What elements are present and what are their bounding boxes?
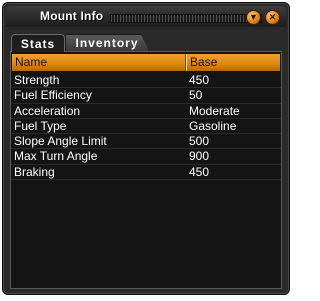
collapse-icon: ▼ xyxy=(249,12,258,22)
column-header-base[interactable]: Base xyxy=(190,55,217,70)
stat-name: Braking xyxy=(14,164,55,179)
stat-name: Fuel Efficiency xyxy=(14,88,92,103)
table-row: Fuel Type Gasoline xyxy=(11,118,281,135)
table-row: Acceleration Moderate xyxy=(11,104,281,119)
table-row: Strength 450 xyxy=(11,73,281,89)
stats-panel: Name Base Strength 450 Fuel Efficiency 5… xyxy=(10,51,282,289)
stats-table-body: Strength 450 Fuel Efficiency 50 Accelera… xyxy=(11,73,281,181)
stat-name: Slope Angle Limit xyxy=(14,134,107,149)
table-row: Slope Angle Limit 500 xyxy=(11,134,281,150)
table-header: Name Base xyxy=(12,54,280,71)
title-bar[interactable]: Mount Info ▼ ✕ xyxy=(6,6,286,27)
stat-name: Max Turn Angle xyxy=(14,149,98,164)
title-drag-grip[interactable] xyxy=(110,14,262,23)
stat-base-value: 50 xyxy=(189,88,203,103)
stat-name: Fuel Type xyxy=(14,118,67,133)
tab-inventory[interactable]: Inventory xyxy=(65,34,149,51)
stat-base-value: 500 xyxy=(189,134,210,149)
column-header-name[interactable]: Name xyxy=(15,55,47,70)
table-row: Max Turn Angle 900 xyxy=(11,149,281,165)
stat-base-value: 450 xyxy=(189,164,210,179)
stat-base-value: Moderate xyxy=(189,103,240,118)
stat-base-value: 900 xyxy=(189,149,210,164)
mount-info-window: Mount Info ▼ ✕ Stats Inventory Name Base… xyxy=(2,2,290,295)
stat-name: Acceleration xyxy=(14,103,81,118)
collapse-button[interactable]: ▼ xyxy=(246,10,261,25)
close-button[interactable]: ✕ xyxy=(265,10,280,25)
stat-base-value: 450 xyxy=(189,73,210,87)
table-row: Braking 450 xyxy=(11,164,281,181)
stat-base-value: Gasoline xyxy=(189,118,237,133)
tab-stats[interactable]: Stats xyxy=(11,34,65,52)
column-divider[interactable] xyxy=(185,54,187,71)
stat-name: Strength xyxy=(14,73,60,87)
table-row: Fuel Efficiency 50 xyxy=(11,88,281,104)
close-icon: ✕ xyxy=(268,12,277,22)
window-title: Mount Info xyxy=(40,9,104,23)
